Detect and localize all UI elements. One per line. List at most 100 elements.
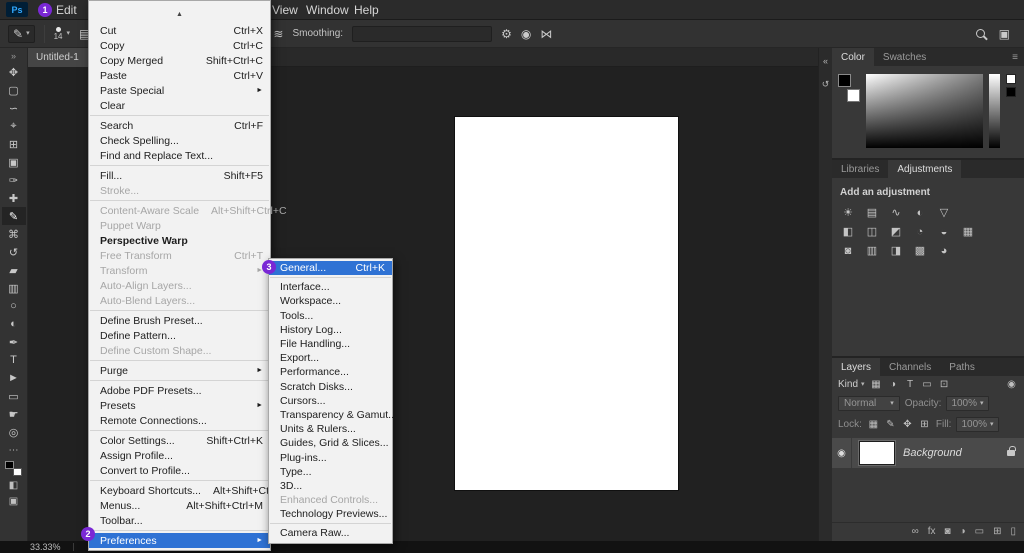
zoom-level[interactable]: 33.33% bbox=[30, 542, 61, 552]
edit-menu-item-color-settings[interactable]: Color Settings...Shift+Ctrl+K bbox=[89, 433, 270, 448]
edit-menu-item-copy[interactable]: CopyCtrl+C bbox=[89, 38, 270, 53]
layer-effects-icon[interactable]: fx bbox=[928, 527, 936, 537]
edit-menu-item-clear[interactable]: Clear bbox=[89, 98, 270, 113]
edit-menu-scroll-up-icon[interactable]: ▲ bbox=[89, 5, 270, 23]
black-swatch[interactable] bbox=[1006, 87, 1016, 97]
selective-color-icon[interactable]: ◕ bbox=[935, 243, 953, 258]
menu-help[interactable]: Help bbox=[348, 0, 385, 20]
history-brush-tool-icon[interactable]: ↺ bbox=[2, 243, 26, 261]
edit-menu-item-define-brush-preset[interactable]: Define Brush Preset... bbox=[89, 313, 270, 328]
edit-menu-item-copy-merged[interactable]: Copy MergedShift+Ctrl+C bbox=[89, 53, 270, 68]
black-white-icon[interactable]: ◩ bbox=[887, 224, 905, 239]
channel-mixer-icon[interactable]: ◒ bbox=[935, 224, 953, 239]
adjustment-layer-icon[interactable]: ◑ bbox=[960, 527, 966, 537]
toolbar-expand-icon[interactable]: » bbox=[11, 51, 16, 61]
preferences-item-export[interactable]: Export... bbox=[269, 351, 392, 365]
gradient-tool-icon[interactable]: ▥ bbox=[2, 279, 26, 297]
levels-icon[interactable]: ▤ bbox=[863, 205, 881, 220]
tab-paths[interactable]: Paths bbox=[940, 358, 984, 376]
tool-preset-picker[interactable]: ✎ ▾ bbox=[8, 25, 35, 43]
preferences-item-scratch-disks[interactable]: Scratch Disks... bbox=[269, 380, 392, 394]
layer-mask-icon[interactable]: ◙ bbox=[945, 527, 951, 537]
filter-toggle-icon[interactable]: ◉ bbox=[1005, 380, 1018, 390]
tab-swatches[interactable]: Swatches bbox=[874, 48, 935, 66]
menu-window[interactable]: Window bbox=[300, 0, 355, 20]
screen-mode-icon[interactable]: ▣ bbox=[2, 494, 26, 508]
edit-menu-item-toolbar[interactable]: Toolbar... bbox=[89, 513, 270, 528]
edit-menu-item-paste-special[interactable]: Paste Special► bbox=[89, 83, 270, 98]
filter-pixel-layers-icon[interactable]: ▦ bbox=[870, 380, 883, 390]
preferences-item-workspace[interactable]: Workspace... bbox=[269, 294, 392, 308]
edit-menu-item-preferences[interactable]: Preferences► bbox=[89, 533, 270, 548]
preferences-item-transparency-gamut[interactable]: Transparency & Gamut... bbox=[269, 408, 392, 422]
eraser-tool-icon[interactable]: ▰ bbox=[2, 261, 26, 279]
blend-mode-select[interactable]: Normal ▾ bbox=[838, 396, 900, 411]
visibility-eye-icon[interactable]: ◉ bbox=[832, 438, 852, 468]
tab-libraries[interactable]: Libraries bbox=[832, 160, 888, 178]
brush-preset-picker[interactable]: 14 ▾ bbox=[54, 27, 70, 41]
invert-icon[interactable]: ◙ bbox=[839, 243, 857, 258]
document-tab[interactable]: Untitled-1 bbox=[28, 48, 91, 67]
menu-view[interactable]: View bbox=[266, 0, 304, 20]
lock-transparent-pixels-icon[interactable]: ▦ bbox=[867, 420, 880, 430]
white-swatch[interactable] bbox=[1006, 74, 1016, 84]
threshold-icon[interactable]: ◨ bbox=[887, 243, 905, 258]
layer-row-background[interactable]: ◉ Background bbox=[832, 438, 1024, 468]
preferences-item-camera-raw[interactable]: Camera Raw... bbox=[269, 526, 392, 540]
lasso-tool-icon[interactable]: ∽ bbox=[2, 99, 26, 117]
color-gradient-field[interactable] bbox=[866, 74, 983, 148]
layer-thumbnail[interactable] bbox=[859, 441, 895, 465]
background-color-swatch[interactable] bbox=[13, 468, 22, 476]
panel-menu-icon[interactable]: ≡ bbox=[1006, 48, 1024, 66]
tab-adjustments[interactable]: Adjustments bbox=[888, 160, 961, 178]
preferences-item-tools[interactable]: Tools... bbox=[269, 309, 392, 323]
color-ramp-slider[interactable] bbox=[989, 74, 1000, 148]
foreground-color-swatch[interactable] bbox=[838, 74, 851, 87]
lock-artboard-icon[interactable]: ⊞ bbox=[918, 420, 931, 430]
filter-type-layers-icon[interactable]: T bbox=[904, 380, 917, 390]
edit-menu-item-paste[interactable]: PasteCtrl+V bbox=[89, 68, 270, 83]
edit-menu-item-assign-profile[interactable]: Assign Profile... bbox=[89, 448, 270, 463]
move-tool-icon[interactable]: ✥ bbox=[2, 63, 26, 81]
path-selection-tool-icon[interactable]: ► bbox=[2, 369, 26, 387]
foreground-background-swatches[interactable] bbox=[5, 461, 22, 476]
lock-image-pixels-icon[interactable]: ✎ bbox=[884, 420, 897, 430]
preferences-item-history-log[interactable]: History Log... bbox=[269, 323, 392, 337]
pen-tool-icon[interactable]: ✒ bbox=[2, 333, 26, 351]
symmetry-icon[interactable]: ⋈ bbox=[540, 28, 552, 40]
filter-shape-layers-icon[interactable]: ▭ bbox=[921, 380, 934, 390]
preferences-item-3d[interactable]: 3D... bbox=[269, 479, 392, 493]
hue-saturation-icon[interactable]: ◧ bbox=[839, 224, 857, 239]
link-layers-icon[interactable]: ∞ bbox=[912, 527, 919, 537]
preferences-item-general[interactable]: General...Ctrl+K bbox=[269, 261, 392, 275]
menu-edit[interactable]: Edit bbox=[50, 0, 83, 20]
delete-layer-icon[interactable]: ▯ bbox=[1010, 527, 1016, 537]
crop-tool-icon[interactable]: ⊞ bbox=[2, 135, 26, 153]
object-selection-tool-icon[interactable]: ⌖ bbox=[2, 117, 26, 135]
foreground-background-swatches[interactable] bbox=[838, 74, 860, 102]
dodge-tool-icon[interactable]: ◐ bbox=[2, 315, 26, 333]
shape-tool-icon[interactable]: ▭ bbox=[2, 387, 26, 405]
tab-layers[interactable]: Layers bbox=[832, 358, 880, 376]
kind-filter-dropdown[interactable]: Kind ▾ bbox=[838, 379, 865, 390]
preferences-item-units-rulers[interactable]: Units & Rulers... bbox=[269, 422, 392, 436]
filter-adjustment-layers-icon[interactable]: ◑ bbox=[887, 380, 900, 390]
airbrush-icon[interactable]: ≋ bbox=[273, 28, 283, 40]
healing-brush-tool-icon[interactable]: ✚ bbox=[2, 189, 26, 207]
edit-menu-item-cut[interactable]: CutCtrl+X bbox=[89, 23, 270, 38]
edit-menu-item-convert-to-profile[interactable]: Convert to Profile... bbox=[89, 463, 270, 478]
photo-filter-icon[interactable]: ◔ bbox=[911, 224, 929, 239]
search-icon[interactable] bbox=[976, 29, 985, 38]
marquee-tool-icon[interactable]: ▢ bbox=[2, 81, 26, 99]
edit-menu-item-fill[interactable]: Fill...Shift+F5 bbox=[89, 168, 270, 183]
smoothing-field[interactable] bbox=[352, 26, 492, 42]
edit-toolbar-icon[interactable]: ⋯ bbox=[2, 443, 26, 457]
edit-menu-item-check-spelling[interactable]: Check Spelling... bbox=[89, 133, 270, 148]
frame-tool-icon[interactable]: ▣ bbox=[2, 153, 26, 171]
preferences-item-technology-previews[interactable]: Technology Previews... bbox=[269, 507, 392, 521]
preferences-item-interface[interactable]: Interface... bbox=[269, 280, 392, 294]
preferences-item-type[interactable]: Type... bbox=[269, 465, 392, 479]
preferences-item-file-handling[interactable]: File Handling... bbox=[269, 337, 392, 351]
edit-menu-item-define-pattern[interactable]: Define Pattern... bbox=[89, 328, 270, 343]
foreground-color-swatch[interactable] bbox=[5, 461, 14, 469]
